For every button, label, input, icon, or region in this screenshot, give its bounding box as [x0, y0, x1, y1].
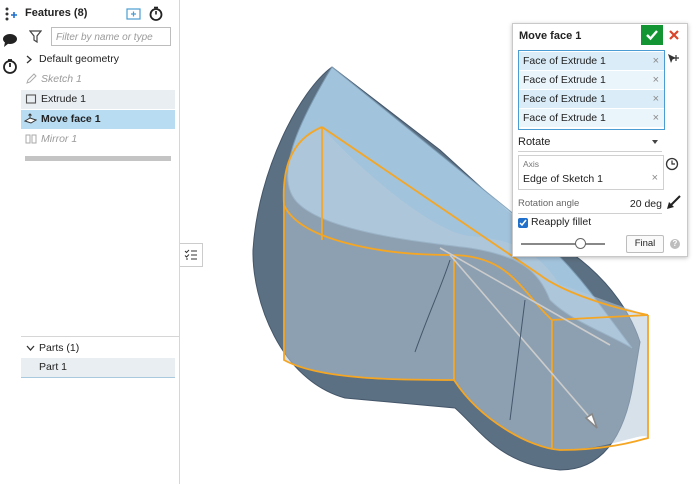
tree-item-move-face-1[interactable]: Move face 1 — [21, 110, 175, 129]
axis-value: Edge of Sketch 1 — [523, 173, 603, 185]
faces-selection-list[interactable]: Face of Extrude 1 × Face of Extrude 1 × … — [518, 50, 665, 130]
rotation-angle-label: Rotation angle — [518, 198, 580, 209]
help-icon[interactable]: ? — [670, 239, 680, 249]
tree-item-label: Extrude 1 — [41, 93, 86, 105]
add-feature-icon[interactable] — [2, 6, 18, 22]
move-type-value: Rotate — [518, 136, 551, 148]
tree-item-default-geometry[interactable]: Default geometry — [21, 50, 175, 69]
list-checklist-icon — [184, 249, 197, 260]
face-selection-item[interactable]: Face of Extrude 1 × — [519, 90, 664, 108]
parts-title: Parts (1) — [39, 342, 80, 354]
tree-item-sketch-1[interactable]: Sketch 1 — [21, 70, 175, 89]
select-other-cursor-icon[interactable] — [666, 52, 680, 66]
rotation-direction-icon[interactable] — [665, 157, 679, 171]
tree-item-extrude-1[interactable]: Extrude 1 — [21, 90, 175, 109]
checkmark-icon — [646, 30, 658, 41]
checkmark-icon — [519, 219, 527, 227]
face-label: Face of Extrude 1 — [523, 74, 606, 86]
preview-slider-handle[interactable] — [575, 238, 586, 249]
sketch-pencil-icon — [26, 73, 37, 84]
cancel-close-icon[interactable] — [666, 27, 682, 43]
face-selection-item[interactable]: Face of Extrude 1 × — [519, 109, 664, 127]
mirror-icon — [25, 134, 37, 144]
feature-list-panel: Features (8) Filter by name or type Defa… — [21, 0, 180, 484]
preview-slider-track[interactable] — [521, 243, 605, 245]
face-selection-item[interactable]: Face of Extrude 1 × — [519, 71, 664, 89]
features-title: Features (8) — [25, 7, 88, 19]
left-toolbar — [0, 0, 21, 484]
chevron-down-icon[interactable] — [26, 345, 35, 352]
reapply-fillet-label: Reapply fillet — [531, 216, 592, 228]
final-button[interactable]: Final — [626, 235, 664, 253]
remove-x-icon[interactable]: × — [653, 52, 659, 70]
parts-header[interactable]: Parts (1) — [21, 339, 175, 357]
remove-x-icon[interactable]: × — [653, 90, 659, 108]
new-folder-icon[interactable] — [126, 7, 141, 20]
face-label: Face of Extrude 1 — [523, 55, 606, 67]
part-item-label: Part 1 — [39, 361, 68, 373]
face-label: Face of Extrude 1 — [523, 93, 606, 105]
flip-direction-arrow-icon[interactable] — [666, 194, 682, 210]
remove-x-icon[interactable]: × — [652, 172, 658, 184]
panel-divider — [21, 336, 179, 337]
chevron-down-icon — [652, 140, 658, 144]
comment-icon[interactable] — [2, 32, 18, 48]
remove-x-icon[interactable]: × — [653, 71, 659, 89]
face-selection-item[interactable]: Face of Extrude 1 × — [519, 52, 664, 70]
move-face-icon — [24, 113, 37, 124]
tree-item-mirror-1[interactable]: Mirror 1 — [21, 130, 175, 149]
reapply-fillet-checkbox[interactable] — [518, 218, 528, 228]
history-timer-icon[interactable] — [2, 58, 18, 74]
rotation-angle-value[interactable]: 20 deg — [630, 195, 662, 213]
axis-field[interactable]: Axis Edge of Sketch 1 × — [518, 155, 664, 190]
filter-icon[interactable] — [29, 30, 42, 43]
move-type-select[interactable]: Rotate — [518, 133, 662, 152]
remove-x-icon[interactable]: × — [653, 109, 659, 127]
move-face-dialog: Move face 1 Face of Extrude 1 × Face of … — [512, 23, 688, 257]
tree-item-label: Mirror 1 — [41, 133, 78, 145]
filter-input[interactable]: Filter by name or type — [51, 27, 171, 46]
rollback-timer-icon[interactable] — [149, 6, 163, 21]
accept-button[interactable] — [641, 25, 663, 45]
part-item-part-1[interactable]: Part 1 — [21, 358, 175, 378]
extrude-icon — [25, 94, 37, 104]
tree-item-label: Move face 1 — [41, 113, 101, 125]
dialog-title: Move face 1 — [519, 30, 582, 42]
tree-item-label: Sketch 1 — [41, 73, 82, 85]
chevron-right-icon[interactable] — [26, 55, 33, 64]
tree-item-label: Default geometry — [39, 53, 119, 65]
face-label: Face of Extrude 1 — [523, 112, 606, 124]
rotation-angle-field[interactable]: Rotation angle 20 deg — [518, 195, 662, 214]
feature-list-scrollbar[interactable] — [25, 156, 171, 161]
axis-caption: Axis — [523, 159, 540, 169]
